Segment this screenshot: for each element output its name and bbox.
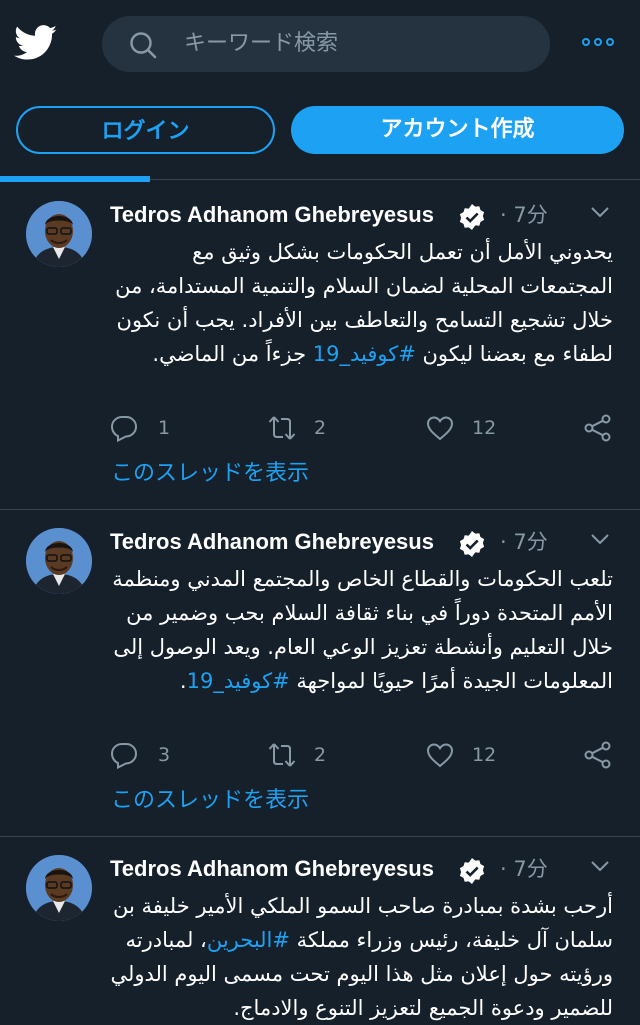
avatar[interactable] (26, 528, 92, 594)
avatar[interactable] (26, 201, 92, 267)
hashtag-link[interactable]: #البحرين (207, 928, 290, 952)
verified-badge-icon (459, 531, 485, 557)
reply-count: 3 (158, 744, 171, 766)
author-name[interactable]: Tedros Adhanom Ghebreyesus (110, 853, 434, 885)
search-input[interactable] (184, 16, 524, 72)
tweet-time[interactable]: · 7分 (500, 853, 548, 885)
hashtag-link[interactable]: #كوفيد_19 (187, 669, 290, 693)
tweet[interactable]: Tedros Adhanom Ghebreyesus · 7分 أرحب بشد… (0, 837, 640, 1020)
show-thread-link[interactable]: このスレッドを表示 (111, 459, 309, 489)
retweet-count: 2 (314, 744, 327, 766)
author-name[interactable]: Tedros Adhanom Ghebreyesus (110, 199, 434, 231)
heart-icon[interactable] (426, 414, 454, 442)
tweet[interactable]: Tedros Adhanom Ghebreyesus · 7分 تلعب الح… (0, 510, 640, 837)
retweet-icon[interactable] (268, 414, 296, 442)
show-thread-link[interactable]: このスレッドを表示 (111, 786, 309, 816)
search-box[interactable] (102, 16, 550, 72)
share-icon[interactable] (584, 414, 612, 442)
login-button[interactable]: ログイン (16, 106, 275, 154)
tweet-text: أرحب بشدة بمبادرة صاحب السمو الملكي الأم… (110, 894, 613, 1020)
tweet-text: تلعب الحكومات والقطاع الخاص والمجتمع الم… (112, 567, 613, 693)
retweet-icon[interactable] (268, 741, 296, 769)
tweet-actions: 3 2 12 (110, 739, 620, 771)
retweet-count: 2 (314, 417, 327, 439)
chevron-down-icon[interactable] (590, 859, 610, 875)
more-dots-icon[interactable] (582, 33, 618, 53)
top-bar (0, 0, 640, 90)
reply-icon[interactable] (110, 741, 138, 769)
tweet-time[interactable]: · 7分 (500, 199, 548, 231)
tweet[interactable]: Tedros Adhanom Ghebreyesus · 7分 يحدوني ا… (0, 183, 640, 510)
signup-button[interactable]: アカウント作成 (291, 106, 624, 154)
reply-count: 1 (158, 417, 171, 439)
heart-icon[interactable] (426, 741, 454, 769)
like-count: 12 (472, 744, 497, 766)
tab-indicator (0, 176, 640, 182)
avatar[interactable] (26, 855, 92, 921)
search-icon (130, 32, 157, 59)
twitter-bird-icon[interactable] (14, 25, 58, 61)
tweet-time[interactable]: · 7分 (500, 526, 548, 558)
reply-icon[interactable] (110, 414, 138, 442)
like-count: 12 (472, 417, 497, 439)
chevron-down-icon[interactable] (590, 205, 610, 221)
chevron-down-icon[interactable] (590, 532, 610, 548)
tweet-text: يحدوني الأمل أن تعمل الحكومات بشكل وثيق … (115, 240, 613, 366)
tweet-actions: 1 2 12 (110, 412, 620, 444)
share-icon[interactable] (584, 741, 612, 769)
verified-badge-icon (459, 858, 485, 884)
hashtag-link[interactable]: #كوفيد_19 (313, 342, 416, 366)
verified-badge-icon (459, 204, 485, 230)
author-name[interactable]: Tedros Adhanom Ghebreyesus (110, 526, 434, 558)
